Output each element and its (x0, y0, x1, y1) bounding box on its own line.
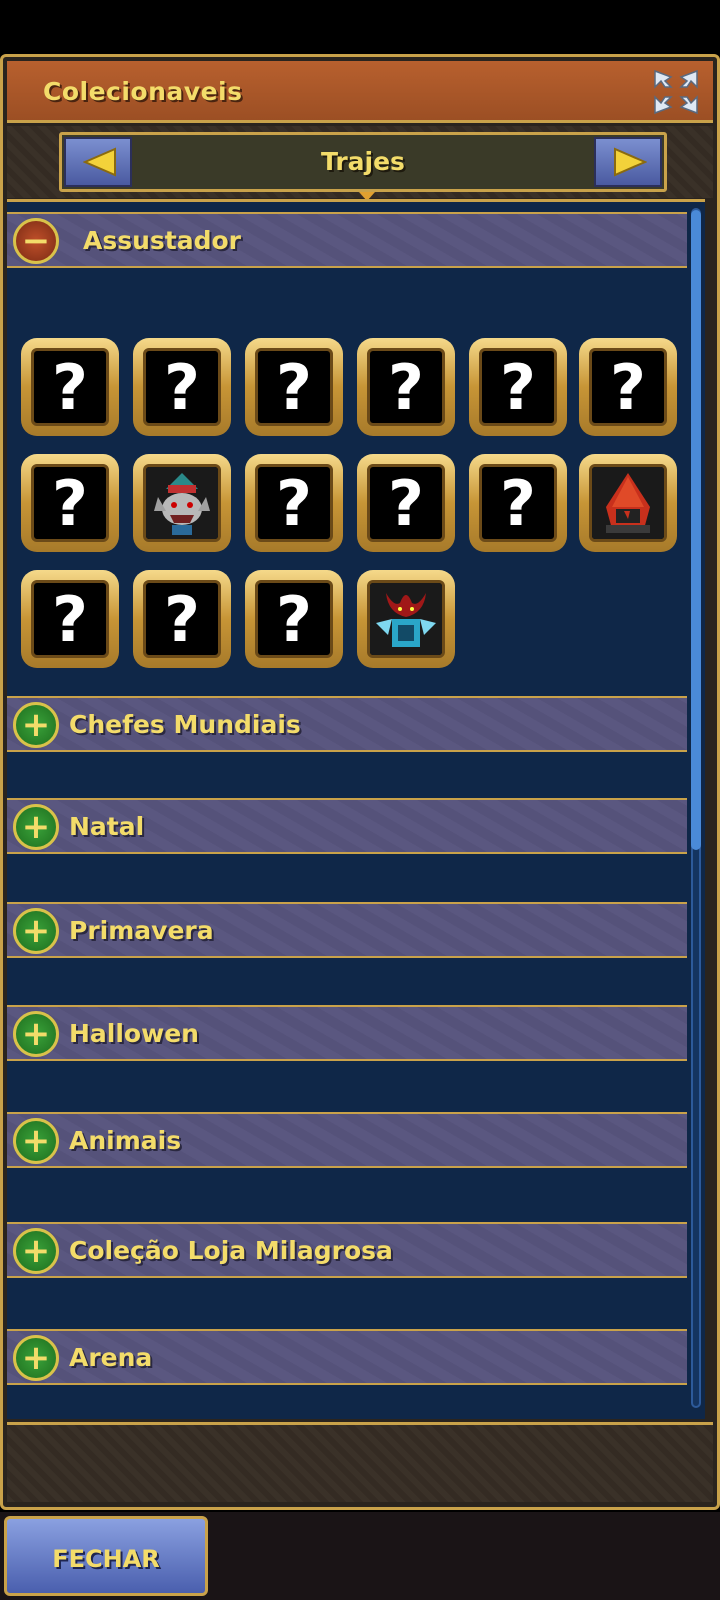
category-frame: Trajes (59, 132, 667, 201)
expand-icon[interactable]: + (13, 908, 59, 954)
unknown-item-icon: ? (52, 467, 88, 540)
section-header[interactable]: + Hallowen (7, 1005, 687, 1061)
expand-icon[interactable]: + (13, 1335, 59, 1381)
collection-slot[interactable] (579, 454, 677, 552)
slot-frame (367, 580, 445, 658)
next-category-button[interactable] (594, 137, 662, 187)
expand-icon[interactable]: + (13, 1228, 59, 1274)
unknown-item-icon: ? (52, 351, 88, 424)
collection-slot[interactable]: ? (469, 454, 567, 552)
collection-slot[interactable] (357, 570, 455, 668)
collection-slot[interactable]: ? (579, 338, 677, 436)
collection-slot[interactable]: ? (245, 338, 343, 436)
collection-slot[interactable]: ? (245, 570, 343, 668)
section-label: Primavera (69, 916, 214, 945)
expand-icon[interactable]: + (13, 1011, 59, 1057)
expand-icon[interactable]: + (13, 804, 59, 850)
section-header[interactable]: + Animais (7, 1112, 687, 1168)
section-header[interactable]: + Primavera (7, 902, 687, 958)
unknown-item-icon: ? (52, 583, 88, 656)
unknown-item-icon: ? (276, 583, 312, 656)
collection-slot[interactable]: ? (21, 570, 119, 668)
slot-frame (589, 464, 667, 542)
close-button[interactable]: FECHAR (4, 1516, 208, 1596)
slot-frame: ? (367, 348, 445, 426)
category-selector: Trajes (7, 126, 713, 201)
red-hood-costume-icon (592, 467, 664, 539)
collapse-icon[interactable]: − (13, 218, 59, 264)
unknown-item-icon: ? (388, 467, 424, 540)
unknown-item-icon: ? (610, 351, 646, 424)
section-label: Assustador (83, 226, 242, 255)
section-label: Coleção Loja Milagrosa (69, 1236, 393, 1265)
expand-icon[interactable]: + (13, 702, 59, 748)
title-bar: Colecionaveis (7, 61, 713, 123)
slot-frame: ? (143, 580, 221, 658)
collection-list[interactable]: − Assustador ????????????? + Chefes Mundi… (7, 199, 705, 1419)
slot-frame (143, 464, 221, 542)
status-bar (0, 0, 720, 54)
collection-slot[interactable]: ? (357, 338, 455, 436)
slot-frame: ? (367, 464, 445, 542)
collection-slot[interactable]: ? (133, 570, 231, 668)
unknown-item-icon: ? (500, 467, 536, 540)
scroll-thumb[interactable] (691, 210, 701, 850)
section-header[interactable]: + Natal (7, 798, 687, 854)
collection-slot[interactable]: ? (133, 338, 231, 436)
slot-frame: ? (31, 348, 109, 426)
slot-frame: ? (31, 464, 109, 542)
arrow-right-icon (614, 147, 647, 177)
unknown-item-icon: ? (276, 467, 312, 540)
window-title: Colecionaveis (43, 77, 243, 106)
collection-slot[interactable]: ? (357, 454, 455, 552)
section-header-assustador[interactable]: − Assustador (7, 212, 687, 268)
unknown-item-icon: ? (164, 583, 200, 656)
collection-slot[interactable]: ? (21, 338, 119, 436)
section-label: Natal (69, 812, 145, 841)
collection-slot[interactable] (133, 454, 231, 552)
slot-frame: ? (31, 580, 109, 658)
section-header[interactable]: + Arena (7, 1329, 687, 1385)
collection-slot[interactable]: ? (245, 454, 343, 552)
wolf-costume-icon (146, 467, 218, 539)
slot-frame: ? (255, 348, 333, 426)
section-label: Hallowen (69, 1019, 199, 1048)
collapse-window-icon[interactable] (653, 69, 699, 115)
unknown-item-icon: ? (500, 351, 536, 424)
collection-slot[interactable]: ? (469, 338, 567, 436)
section-label: Animais (69, 1126, 182, 1155)
slot-frame: ? (255, 580, 333, 658)
section-label: Arena (69, 1343, 153, 1372)
close-button-label: FECHAR (52, 1545, 160, 1573)
section-header[interactable]: + Coleção Loja Milagrosa (7, 1222, 687, 1278)
scrollbar[interactable] (691, 208, 701, 1408)
slot-frame: ? (479, 348, 557, 426)
unknown-item-icon: ? (276, 351, 312, 424)
footer-panel (7, 1422, 713, 1502)
unknown-item-icon: ? (388, 351, 424, 424)
expand-icon[interactable]: + (13, 1118, 59, 1164)
category-label: Trajes (321, 147, 405, 176)
slot-frame: ? (589, 348, 667, 426)
section-label: Chefes Mundiais (69, 710, 301, 739)
unknown-item-icon: ? (164, 351, 200, 424)
demon-armor-costume-icon (370, 583, 442, 655)
collection-slot[interactable]: ? (21, 454, 119, 552)
bottom-bar: FECHAR (0, 1512, 720, 1600)
slot-frame: ? (143, 348, 221, 426)
collectibles-window: Colecionaveis Trajes − Assustador ? ? ? … (0, 54, 720, 1510)
section-header[interactable]: + Chefes Mundiais (7, 696, 687, 752)
slot-frame: ? (255, 464, 333, 542)
slot-frame: ? (479, 464, 557, 542)
